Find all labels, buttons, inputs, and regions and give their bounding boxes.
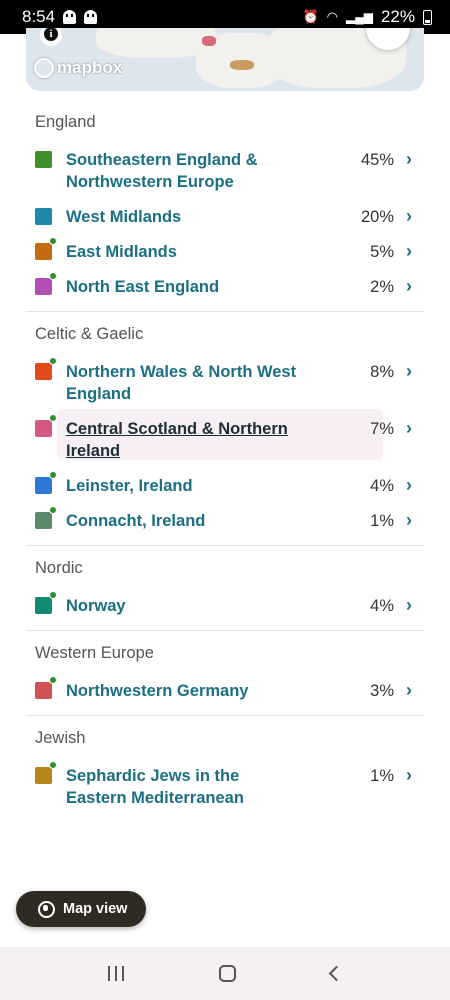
chevron-right-icon[interactable]: › [394,418,424,438]
wifi-icon: ◠ [326,9,338,24]
new-indicator-dot [49,357,57,365]
new-indicator-dot [49,272,57,280]
snapchat-icon [63,10,77,24]
region-section: Celtic & Gaelic Northern Wales & North We… [26,312,424,546]
region-row[interactable]: Connacht, Ireland 1% › [26,506,424,532]
region-name-link[interactable]: East Midlands [66,241,301,263]
region-row[interactable]: Leinster, Ireland 4% › [26,471,424,497]
region-section: Nordic Norway 4% › [26,546,424,631]
region-color-swatch [35,471,57,494]
section-title: England [35,113,96,131]
navigation-bar [0,947,450,1000]
region-row[interactable]: Central Scotland & Northern Ireland 7% › [26,409,424,462]
region-percentage: 1% [370,767,394,785]
new-indicator-dot [49,471,57,479]
chevron-right-icon[interactable]: › [394,241,424,261]
region-row[interactable]: West Midlands 20% › [26,206,424,228]
region-color-swatch [35,676,57,699]
chevron-right-icon[interactable]: › [394,361,424,381]
region-section: Jewish Sephardic Jews in the Eastern Medi… [26,716,424,809]
battery-icon [423,9,432,25]
region-percentage: 4% [370,477,394,495]
region-percentage: 3% [370,682,394,700]
region-section: Western Europe Northwestern Germany 3% › [26,631,424,716]
map-view-button[interactable]: Map view [16,891,146,927]
region-row[interactable]: North East England 2% › [26,272,424,298]
region-percentage: 4% [370,597,394,615]
region-percentage: 1% [370,512,394,530]
region-percentage: 7% [370,420,394,438]
region-name-link[interactable]: Northern Wales & North West England [66,361,301,405]
chevron-right-icon[interactable]: › [394,475,424,495]
region-row[interactable]: Northern Wales & North West England 8% › [26,357,424,405]
region-percentage: 45% [360,151,394,169]
snapchat-icon [84,10,98,24]
region-row[interactable]: Sephardic Jews in the Eastern Mediterran… [26,761,424,809]
region-percentage: 8% [370,363,394,381]
region-color-swatch [35,208,52,225]
battery-percent: 22% [380,7,415,26]
region-name-link[interactable]: Southeastern England & Northwestern Euro… [66,149,301,193]
section-title: Nordic [35,559,83,577]
new-indicator-dot [49,591,57,599]
region-row[interactable]: East Midlands 5% › [26,237,424,263]
recent-apps-icon[interactable] [107,966,124,981]
chevron-right-icon[interactable]: › [394,510,424,530]
new-indicator-dot [49,676,57,684]
back-icon[interactable] [329,965,345,982]
info-icon: i [44,28,58,41]
region-color-swatch [35,506,57,529]
map-view-label: Map view [63,901,128,917]
chevron-right-icon[interactable]: › [394,149,424,169]
chevron-right-icon[interactable]: › [394,595,424,615]
region-color-swatch [35,591,57,614]
region-color-swatch [35,357,57,380]
chevron-right-icon[interactable]: › [394,765,424,785]
region-percentage: 2% [370,278,394,296]
region-name-link[interactable]: Northwestern Germany [66,680,301,702]
region-color-swatch [35,761,57,784]
region-percentage: 20% [360,208,394,226]
signal-icon: ▂▄▆ [346,10,373,24]
new-indicator-dot [49,506,57,514]
region-name-link[interactable]: Central Scotland & Northern Ireland [66,418,301,462]
globe-icon [38,900,55,918]
new-indicator-dot [49,237,57,245]
region-row[interactable]: Northwestern Germany 3% › [26,676,424,702]
ethnicity-list: England Southeastern England & Northweste… [26,100,424,822]
region-row[interactable]: Southeastern England & Northwestern Euro… [26,149,424,193]
alarm-icon: ⏰ [302,9,319,24]
region-color-swatch [35,237,57,260]
region-row[interactable]: Norway 4% › [26,591,424,617]
ancestry-map[interactable]: i mapbox [26,28,424,91]
home-icon[interactable] [218,965,236,982]
region-section: England Southeastern England & Northweste… [26,100,424,312]
region-name-link[interactable]: Leinster, Ireland [66,475,301,497]
region-color-swatch [35,151,52,168]
clock: 8:54 [22,7,56,26]
region-name-link[interactable]: North East England [66,276,301,298]
region-color-swatch [35,414,57,437]
chevron-right-icon[interactable]: › [394,276,424,296]
new-indicator-dot [49,761,57,769]
region-name-link[interactable]: West Midlands [66,206,301,228]
region-name-link[interactable]: Sephardic Jews in the Eastern Mediterran… [66,765,301,809]
chevron-right-icon[interactable]: › [394,680,424,700]
info-button[interactable]: i [40,28,62,46]
region-percentage: 5% [370,243,394,261]
section-title: Western Europe [35,644,154,662]
chevron-right-icon[interactable]: › [394,206,424,226]
new-indicator-dot [49,414,57,422]
section-title: Celtic & Gaelic [35,325,144,343]
region-color-swatch [35,272,57,295]
region-name-link[interactable]: Norway [66,595,301,617]
region-name-link[interactable]: Connacht, Ireland [66,510,301,532]
section-title: Jewish [35,729,86,747]
mapbox-logo: mapbox [34,58,122,78]
